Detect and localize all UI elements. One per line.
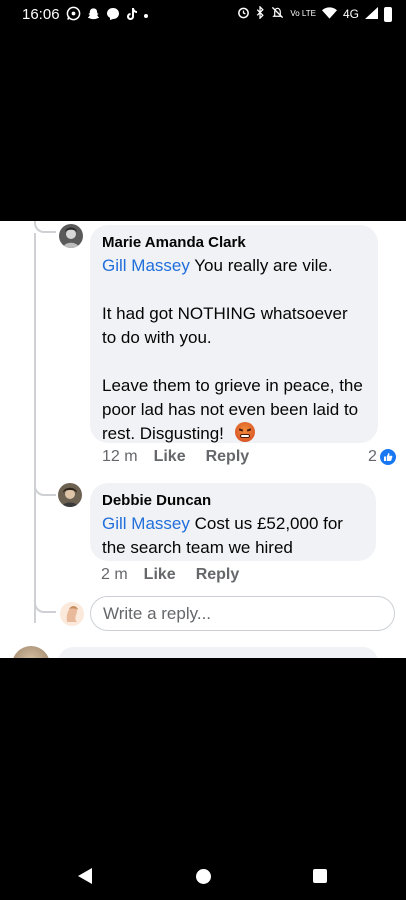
whatsapp-icon — [66, 6, 81, 25]
reply-input[interactable]: Write a reply... — [90, 596, 395, 631]
recents-icon[interactable] — [313, 869, 327, 883]
signal-icon — [365, 6, 378, 22]
comment-actions: 2 m Like Reply — [101, 566, 259, 584]
thread-line — [34, 233, 36, 623]
comment-bubble[interactable]: Marie Amanda Clark Gill Massey You reall… — [90, 225, 378, 443]
comment-paragraph: It had got NOTHING whatsoever to do with… — [102, 304, 348, 347]
wifi-icon — [321, 6, 337, 22]
avatar[interactable] — [59, 224, 83, 248]
comment-time[interactable]: 12 m — [102, 448, 138, 466]
bluetooth-icon — [256, 5, 265, 22]
comment-first-line: You really are vile. — [194, 256, 333, 275]
system-icons: Vo LTE 4G — [237, 5, 392, 22]
mention-link[interactable]: Gill Massey — [102, 514, 190, 533]
messenger-icon — [106, 7, 120, 24]
network-type: 4G — [342, 7, 359, 21]
comment-author[interactable]: Marie Amanda Clark — [102, 233, 366, 253]
comment-bubble[interactable]: Debbie Duncan Gill Massey Cost us £52,00… — [90, 483, 376, 561]
current-user-avatar — [60, 602, 84, 626]
comments-panel: Marie Amanda Clark Gill Massey You reall… — [0, 221, 406, 658]
mention-link[interactable]: Gill Massey — [102, 256, 190, 275]
more-notifications-dot — [144, 13, 148, 18]
comment-text: Gill Massey Cost us £52,000 for the sear… — [102, 512, 364, 560]
battery-icon — [384, 6, 392, 22]
avatar[interactable] — [58, 483, 82, 507]
mute-icon — [271, 6, 284, 22]
volte-icon: Vo LTE — [290, 9, 316, 18]
thread-line — [34, 221, 56, 233]
navigation-bar — [0, 840, 406, 900]
comment-actions: 12 m Like Reply — [102, 448, 269, 466]
back-icon[interactable] — [78, 868, 92, 884]
notification-icons — [66, 6, 148, 25]
status-time: 16:06 — [22, 6, 60, 23]
reaction-count: 2 — [368, 448, 377, 465]
home-icon[interactable] — [196, 869, 211, 884]
thread-line — [34, 476, 56, 496]
reply-button[interactable]: Reply — [196, 566, 240, 584]
alarm-icon — [237, 6, 250, 22]
reply-button[interactable]: Reply — [206, 448, 250, 466]
comment-text: Gill Massey You really are vile. — [102, 254, 366, 278]
status-bar: 16:06 Vo LTE 4G — [0, 0, 406, 30]
comment-paragraph: Leave them to grieve in peace, the poor … — [102, 374, 366, 446]
thumbs-up-icon — [379, 449, 396, 465]
avatar[interactable] — [12, 646, 50, 658]
thread-line — [34, 591, 56, 613]
comment-bubble[interactable] — [58, 647, 378, 658]
like-button[interactable]: Like — [144, 566, 176, 584]
comment-author[interactable]: Debbie Duncan — [102, 491, 364, 511]
comment-paragraph-text: Leave them to grieve in peace, the poor … — [102, 376, 363, 443]
snapchat-icon — [87, 7, 100, 24]
reaction-summary[interactable]: 2 — [368, 448, 396, 466]
like-button[interactable]: Like — [154, 448, 186, 466]
tiktok-icon — [126, 7, 138, 24]
comment-time[interactable]: 2 m — [101, 566, 128, 584]
angry-face-emoji — [234, 422, 255, 442]
